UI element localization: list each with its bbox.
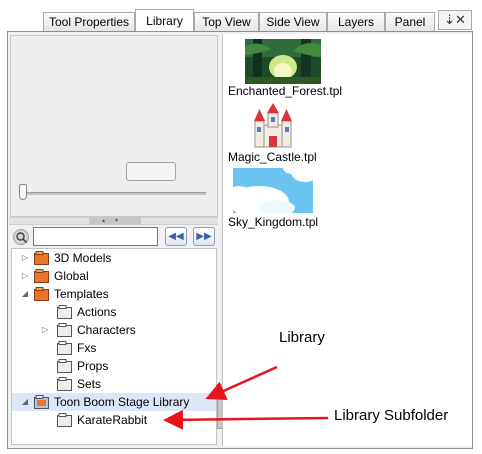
arrow-to-subfolder [163, 409, 329, 430]
arrow-to-library [205, 365, 278, 400]
annotation-arrows [163, 365, 329, 430]
